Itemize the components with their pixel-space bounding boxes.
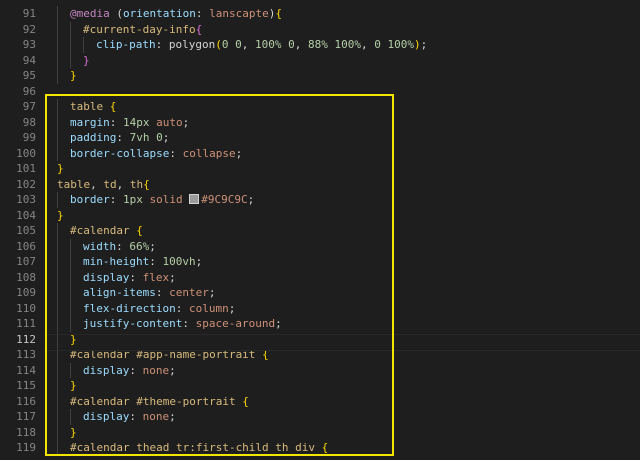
indent-guide [57,52,58,68]
line-number: 97 [22,100,36,113]
code-line[interactable]: 95} [0,68,640,84]
line-number: 112 [16,332,36,346]
code-token: , [241,38,255,51]
code-text: } [83,53,90,69]
code-token: 0 0 [221,38,242,51]
code-token: ; [420,38,428,51]
line-number: 93 [22,38,36,51]
line-number: 119 [16,441,36,454]
code-token: 0 100% [374,38,414,51]
code-token: } [83,53,90,67]
line-number: 110 [16,301,36,315]
line-number: 100 [16,146,36,160]
code-token: 100% 0 [254,38,295,51]
line-number: 106 [16,239,36,253]
code-token: { [195,22,203,36]
code-token: 88% 100% [307,38,361,51]
code-token: @media [70,7,110,20]
indent-guide [57,37,58,53]
code-token: , [360,38,375,51]
code-token: ) [413,38,421,51]
code-line[interactable]: 92 #current-day-info{ [0,21,640,38]
code-token: #current-day-info [83,22,196,36]
indent-guide [57,6,58,22]
code-line[interactable]: 94} [0,52,640,69]
line-number: 96 [22,84,36,98]
code-token: } [70,69,77,82]
code-token: ( [215,38,222,51]
code-token: polygon [168,38,216,51]
line-number: 116 [16,394,36,408]
line-number: 102 [16,177,36,191]
code-text: } [70,68,77,84]
indent-guide [70,37,71,53]
line-number: 117 [16,410,36,423]
line-number: 113 [16,348,36,361]
line-number: 99 [22,131,36,144]
code-token: { [275,7,282,20]
line-number: 94 [22,53,36,67]
line-number: 108 [16,270,36,284]
line-number: 109 [16,286,36,299]
annotation-highlight-box [45,94,394,456]
line-number: 95 [22,69,36,82]
code-line[interactable]: 93 clip-path: polygon(0 0, 100% 0, 88% 10… [0,37,640,53]
line-number: 104 [16,208,36,222]
code-token: clip-path [96,38,156,51]
line-number: 114 [16,363,36,377]
line-number: 101 [16,162,36,175]
code-text: #current-day-info{ [83,22,202,38]
line-number: 115 [16,379,36,392]
code-token: , [294,38,308,51]
code-token: ( [109,7,123,20]
code-text: clip-path: polygon(0 0, 100% 0, 88% 100%… [96,37,427,53]
code-token: : [195,7,210,20]
line-number: 98 [22,115,36,129]
code-token: : [155,38,169,51]
indent-guide [83,37,84,53]
line-number: 92 [22,22,36,36]
line-number: 103 [16,193,36,206]
indent-guide [57,21,58,37]
indent-guide [70,21,71,37]
code-line[interactable]: 91 @media (orientation: lanscapte){ [0,6,640,22]
line-number: 105 [16,224,36,237]
line-number: 107 [16,255,36,268]
line-number: 111 [16,317,36,330]
code-token: orientation [123,7,196,20]
code-text: @media (orientation: lanscapte){ [70,6,282,22]
code-token: lanscapte [209,7,269,20]
line-number: 118 [16,425,36,439]
indent-guide [70,52,71,68]
line-number: 91 [22,7,36,20]
indent-guide [57,68,58,84]
